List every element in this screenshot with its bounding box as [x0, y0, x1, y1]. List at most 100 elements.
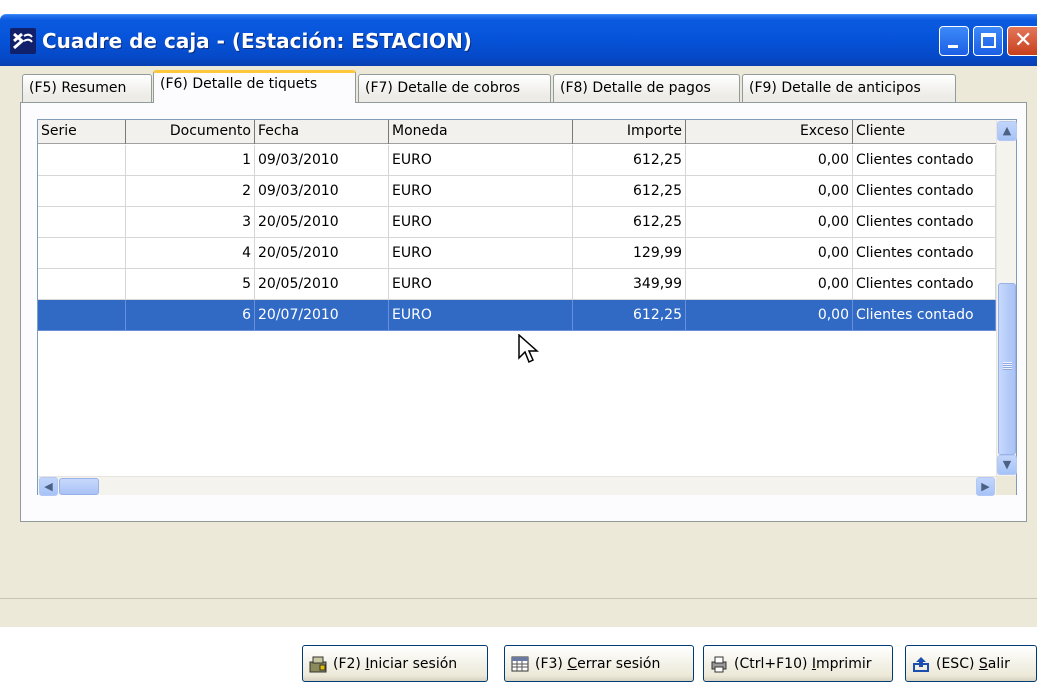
scroll-down-button[interactable]: ▼ — [997, 455, 1017, 475]
cell-importe: 129,99 — [573, 238, 686, 269]
cell-documento: 3 — [126, 207, 255, 238]
cell-documento: 2 — [126, 176, 255, 207]
window-title: Cuadre de caja - (Estación: ESTACION) — [42, 29, 472, 53]
cell-exceso: 0,00 — [686, 207, 853, 238]
cell-fecha: 09/03/2010 — [255, 176, 389, 207]
tab-label: (F8) Detalle de pagos — [560, 80, 711, 96]
close-session-button[interactable]: (F3) Cerrar sesión — [504, 645, 694, 682]
column-header-documento[interactable]: Documento — [126, 120, 255, 144]
chevron-left-icon: ◀ — [44, 480, 53, 493]
scrollbar-corner — [996, 476, 1016, 495]
minimize-button[interactable] — [939, 26, 969, 56]
table-row[interactable]: 2 09/03/2010 EURO 612,25 0,00 Clientes contad… — [38, 176, 996, 207]
cell-importe: 349,99 — [573, 269, 686, 300]
cell-cliente: Clientes contado — [853, 176, 996, 207]
cell-cliente: Clientes contado — [853, 207, 996, 238]
scroll-left-button[interactable]: ◀ — [39, 477, 58, 496]
status-bar — [0, 598, 1037, 627]
cell-serie — [38, 145, 126, 176]
cell-exceso: 0,00 — [686, 176, 853, 207]
cell-moneda: EURO — [389, 176, 573, 207]
chevron-right-icon: ▶ — [981, 480, 990, 493]
cell-moneda: EURO — [389, 300, 573, 331]
tab-detalle-anticipos[interactable]: (F9) Detalle de anticipos — [742, 74, 956, 102]
cell-fecha: 20/05/2010 — [255, 238, 389, 269]
start-session-button[interactable]: (F2) Iniciar sesión — [302, 645, 488, 682]
button-label: (Ctrl+F10) Imprimir — [734, 655, 872, 672]
cell-moneda: EURO — [389, 207, 573, 238]
cell-exceso: 0,00 — [686, 269, 853, 300]
cell-documento: 5 — [126, 269, 255, 300]
scroll-right-button[interactable]: ▶ — [976, 477, 995, 496]
cell-importe: 612,25 — [573, 300, 686, 331]
close-icon: ✕ — [1014, 28, 1033, 53]
tab-detalle-pagos[interactable]: (F8) Detalle de pagos — [553, 74, 740, 102]
table-row[interactable]: 1 09/03/2010 EURO 612,25 0,00 Clientes contad… — [38, 145, 996, 176]
exit-button[interactable]: (ESC) Salir — [905, 645, 1037, 682]
maximize-icon — [981, 33, 996, 48]
cell-cliente: Clientes contado — [853, 300, 996, 331]
column-header-moneda[interactable]: Moneda — [389, 120, 573, 144]
cell-fecha: 20/05/2010 — [255, 207, 389, 238]
horizontal-scrollbar[interactable]: ◀ ▶ — [38, 476, 996, 496]
tab-label: (F5) Resumen — [29, 80, 127, 96]
cell-documento: 1 — [126, 145, 255, 176]
close-button[interactable]: ✕ — [1007, 26, 1037, 56]
cell-serie — [38, 238, 126, 269]
cell-serie — [38, 207, 126, 238]
mouse-pointer-icon — [518, 333, 540, 370]
cell-exceso: 0,00 — [686, 145, 853, 176]
title-bar[interactable]: Cuadre de caja - (Estación: ESTACION) ✕ — [0, 14, 1037, 66]
cell-cliente: Clientes contado — [853, 145, 996, 176]
cell-moneda: EURO — [389, 145, 573, 176]
chevron-up-icon: ▲ — [1002, 124, 1012, 137]
column-header-fecha[interactable]: Fecha — [255, 120, 389, 144]
grid-header: Serie Documento Fecha Moneda Importe Exc… — [38, 120, 996, 144]
cell-exceso: 0,00 — [686, 238, 853, 269]
cell-importe: 612,25 — [573, 176, 686, 207]
cell-importe: 612,25 — [573, 207, 686, 238]
minimize-icon — [948, 45, 958, 48]
scroll-up-button[interactable]: ▲ — [997, 121, 1017, 141]
cell-exceso: 0,00 — [686, 300, 853, 331]
tab-label: (F9) Detalle de anticipos — [749, 80, 921, 96]
tab-panel: Serie Documento Fecha Moneda Importe Exc… — [20, 102, 1027, 522]
horizontal-scroll-thumb[interactable] — [59, 478, 99, 495]
grip-icon — [1003, 362, 1012, 370]
button-label: (F2) Iniciar sesión — [333, 655, 458, 672]
table-row[interactable]: 5 20/05/2010 EURO 349,99 0,00 Clientes contad… — [38, 269, 996, 300]
column-header-exceso[interactable]: Exceso — [686, 120, 853, 144]
table-row[interactable]: 3 20/05/2010 EURO 612,25 0,00 Clientes contad… — [38, 207, 996, 238]
cell-importe: 612,25 — [573, 145, 686, 176]
button-label: (F3) Cerrar sesión — [535, 655, 661, 672]
tab-resumen[interactable]: (F5) Resumen — [22, 74, 152, 102]
table-row[interactable]: 4 20/05/2010 EURO 129,99 0,00 Clientes contad… — [38, 238, 996, 269]
cell-fecha: 09/03/2010 — [255, 145, 389, 176]
tab-detalle-cobros[interactable]: (F7) Detalle de cobros — [358, 74, 551, 102]
tickets-grid[interactable]: Serie Documento Fecha Moneda Importe Exc… — [37, 119, 1017, 496]
cell-fecha: 20/07/2010 — [255, 300, 389, 331]
maximize-button[interactable] — [973, 26, 1003, 56]
cell-cliente: Clientes contado — [853, 269, 996, 300]
cell-documento: 6 — [126, 300, 255, 331]
column-header-importe[interactable]: Importe — [573, 120, 686, 144]
print-button[interactable]: (Ctrl+F10) Imprimir — [703, 645, 893, 682]
cell-serie — [38, 269, 126, 300]
tab-label: (F7) Detalle de cobros — [365, 80, 521, 96]
cell-serie — [38, 176, 126, 207]
exit-icon — [912, 655, 930, 673]
cell-documento: 4 — [126, 238, 255, 269]
column-header-cliente[interactable]: Cliente — [853, 120, 996, 144]
printer-icon — [710, 655, 728, 673]
tab-label: (F6) Detalle de tiquets — [160, 76, 318, 92]
table-row[interactable]: 6 20/07/2010 EURO 612,25 0,00 Clientes contad… — [38, 300, 996, 331]
button-label: (ESC) Salir — [936, 655, 1010, 672]
column-header-serie[interactable]: Serie — [38, 120, 126, 144]
chevron-down-icon: ▼ — [1002, 458, 1012, 471]
vertical-scrollbar[interactable]: ▲ ▼ — [996, 120, 1017, 476]
calculator-icon — [511, 655, 529, 673]
cell-serie — [38, 300, 126, 331]
tab-detalle-tiquets[interactable]: (F6) Detalle de tiquets — [153, 70, 356, 103]
vertical-scroll-thumb[interactable] — [998, 283, 1016, 455]
app-logo-icon — [10, 28, 36, 54]
